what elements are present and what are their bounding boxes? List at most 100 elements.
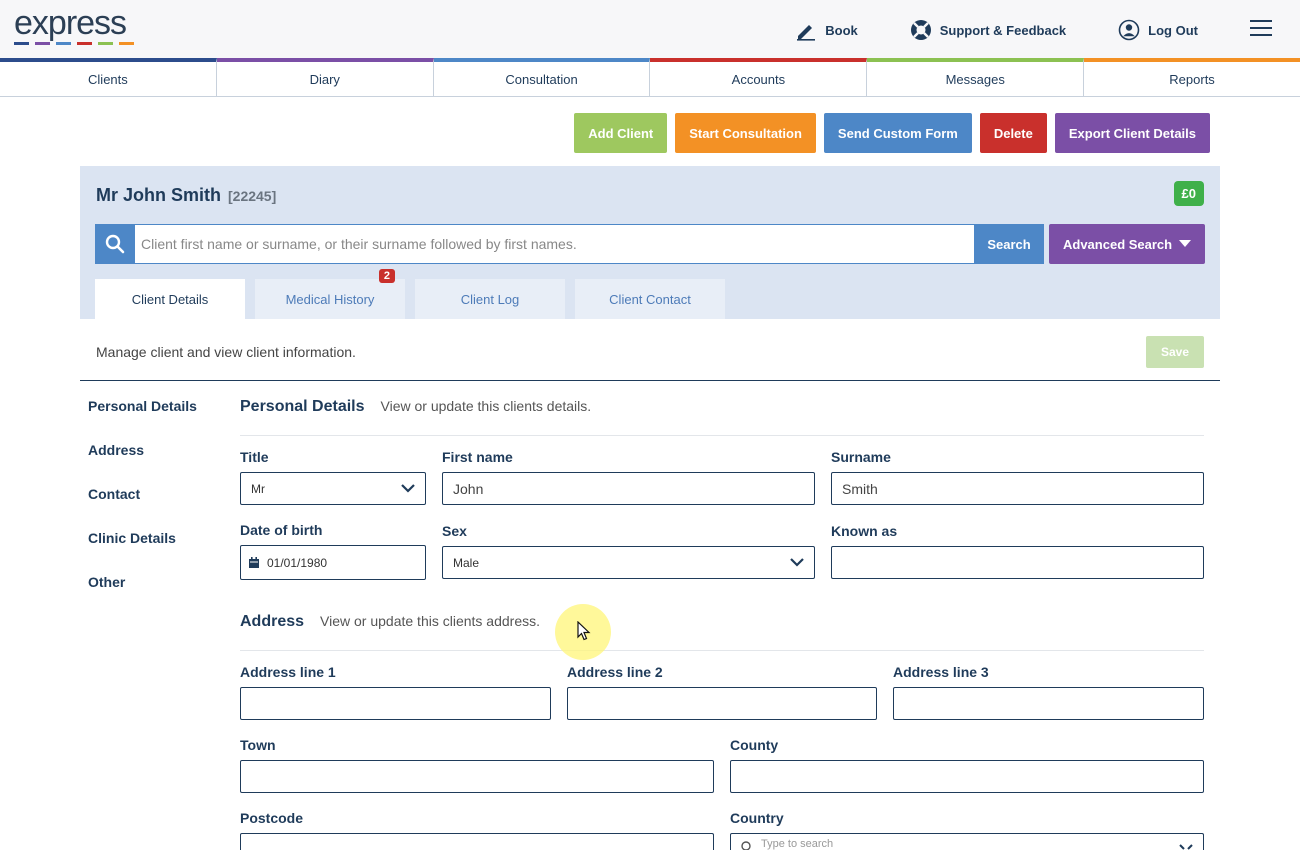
sidenav-personal-details[interactable]: Personal Details: [88, 398, 197, 442]
first-name-label: First name: [442, 449, 513, 465]
logo-text: express: [14, 4, 127, 42]
section-title: Personal Details: [240, 398, 365, 415]
notification-badge: 2: [378, 269, 395, 283]
town-label: Town: [240, 737, 276, 753]
town-input[interactable]: [240, 760, 714, 793]
nav-tab-messages[interactable]: Messages: [867, 58, 1085, 96]
support-label: Support & Feedback: [939, 22, 1067, 38]
calendar-icon: [249, 557, 259, 568]
known-as-input[interactable]: [831, 546, 1204, 579]
express-logo[interactable]: express: [14, 4, 134, 45]
logout-label: Log Out: [1148, 22, 1198, 38]
client-id: [22245]: [228, 188, 277, 204]
sidenav-address[interactable]: Address: [88, 442, 197, 486]
main-nav: Clients Diary Consultation Accounts Mess…: [0, 58, 1300, 97]
pencil-icon: [797, 25, 816, 41]
address-line-1-label: Address line 1: [240, 664, 336, 680]
tab-label: Medical History: [285, 291, 375, 307]
section-subtitle: View or update this clients details.: [380, 398, 592, 414]
surname-label: Surname: [831, 449, 891, 465]
nav-tab-consultation[interactable]: Consultation: [433, 58, 651, 96]
country-label: Country: [730, 810, 784, 826]
sex-select[interactable]: Male: [442, 546, 815, 579]
sidenav-contact[interactable]: Contact: [88, 486, 197, 530]
dob-input[interactable]: 01/01/1980: [240, 545, 426, 580]
tab-client-contact[interactable]: Client Contact: [575, 279, 725, 319]
delete-button[interactable]: Delete: [979, 113, 1047, 153]
address-line-3-input[interactable]: [893, 687, 1204, 720]
menu-icon[interactable]: [1250, 19, 1272, 42]
book-link[interactable]: Book: [795, 19, 858, 41]
section-divider: [240, 650, 1204, 651]
advanced-search-label: Advanced Search: [1063, 236, 1173, 252]
user-icon: [1118, 19, 1140, 41]
title-label: Title: [240, 449, 269, 465]
country-placeholder: Type to search: [761, 838, 834, 850]
client-panel: Mr John Smith [22245] £0 Search Advanced…: [80, 166, 1220, 319]
add-client-button[interactable]: Add Client: [574, 113, 668, 153]
tab-client-log[interactable]: Client Log: [415, 279, 565, 319]
sidenav-other[interactable]: Other: [88, 574, 197, 618]
info-row: Manage client and view client informatio…: [80, 319, 1220, 381]
section-title: Address: [240, 613, 305, 630]
sex-label: Sex: [442, 523, 467, 539]
personal-details-header: Personal Details View or update this cli…: [240, 398, 591, 416]
client-search-bar: [95, 224, 1044, 264]
info-text: Manage client and view client informatio…: [96, 344, 356, 360]
logo-color-bars: [14, 42, 134, 45]
dob-value: 01/01/1980: [267, 555, 328, 570]
search-icon: [741, 841, 751, 850]
address-header: Address View or update this clients addr…: [240, 613, 540, 631]
client-name: Mr John Smith: [96, 185, 221, 205]
support-feedback-link[interactable]: Support & Feedback: [910, 19, 1066, 41]
address-line-3-label: Address line 3: [893, 664, 989, 680]
start-consultation-button[interactable]: Start Consultation: [675, 113, 816, 153]
balance-badge: £0: [1173, 181, 1204, 206]
client-search-input[interactable]: [135, 224, 1044, 264]
chevron-down-icon: [401, 484, 415, 493]
mouse-cursor-icon: [577, 621, 591, 641]
lifebuoy-icon: [910, 20, 931, 40]
country-select[interactable]: Type to search: [730, 833, 1204, 850]
known-as-label: Known as: [831, 523, 898, 539]
nav-tab-accounts[interactable]: Accounts: [650, 58, 868, 96]
chevron-down-icon: [1179, 844, 1193, 850]
nav-tab-reports[interactable]: Reports: [1084, 58, 1300, 96]
tab-client-details[interactable]: Client Details: [95, 279, 245, 319]
postcode-label: Postcode: [240, 810, 304, 826]
first-name-input[interactable]: [442, 472, 815, 505]
dob-label: Date of birth: [240, 522, 323, 538]
send-custom-form-button[interactable]: Send Custom Form: [823, 113, 972, 153]
tab-medical-history[interactable]: Medical History 2: [255, 269, 405, 319]
caret-down-icon: [1179, 240, 1191, 247]
title-value: Mr: [251, 481, 265, 496]
advanced-search-button[interactable]: Advanced Search: [1049, 224, 1205, 264]
sex-value: Male: [453, 555, 480, 570]
county-label: County: [730, 737, 779, 753]
tab-label: Client Contact: [609, 291, 691, 307]
client-subtabs: Client Details Medical History 2 Client …: [95, 269, 725, 319]
save-button[interactable]: Save: [1146, 336, 1204, 368]
nav-tab-diary[interactable]: Diary: [216, 58, 434, 96]
tab-label: Client Details: [131, 291, 209, 307]
section-subtitle: View or update this clients address.: [320, 613, 541, 629]
address-line-1-input[interactable]: [240, 687, 551, 720]
client-actions: Add Client Start Consultation Send Custo…: [574, 113, 1210, 153]
postcode-input[interactable]: [240, 833, 714, 850]
address-line-2-input[interactable]: [567, 687, 877, 720]
nav-tab-clients[interactable]: Clients: [0, 58, 217, 96]
address-line-2-label: Address line 2: [567, 664, 663, 680]
county-input[interactable]: [730, 760, 1204, 793]
search-button[interactable]: Search: [974, 224, 1044, 264]
sidenav-clinic-details[interactable]: Clinic Details: [88, 530, 197, 574]
section-divider: [240, 435, 1204, 436]
export-client-details-button[interactable]: Export Client Details: [1054, 113, 1210, 153]
top-header: express Book Support & Feedback Log Out: [0, 0, 1300, 60]
tab-label: Client Log: [460, 291, 520, 307]
section-sidenav: Personal Details Address Contact Clinic …: [88, 398, 197, 618]
logout-link[interactable]: Log Out: [1118, 19, 1198, 41]
title-select[interactable]: Mr: [240, 472, 426, 505]
book-label: Book: [825, 22, 858, 38]
chevron-down-icon: [790, 558, 804, 567]
surname-input[interactable]: [831, 472, 1204, 505]
